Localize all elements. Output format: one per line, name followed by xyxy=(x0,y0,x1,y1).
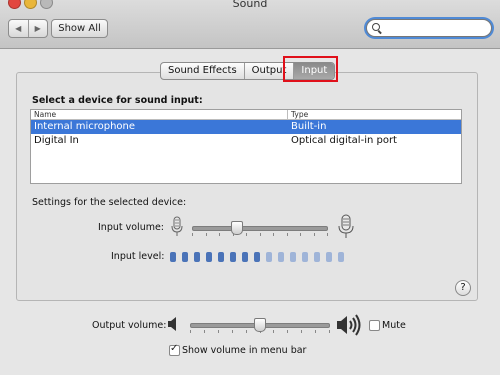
level-segment xyxy=(314,252,320,262)
level-segment xyxy=(194,252,200,262)
level-segment xyxy=(254,252,260,262)
slider-tick xyxy=(273,233,274,236)
slider-tick xyxy=(301,330,302,333)
device-type: Optical digital-in port xyxy=(291,135,397,146)
output-volume-label: Output volume: xyxy=(92,320,167,331)
slider-tick xyxy=(206,233,207,236)
settings-heading: Settings for the selected device: xyxy=(32,197,187,208)
slider-tick xyxy=(287,330,288,333)
slider-tick xyxy=(232,330,233,333)
input-volume-ticks xyxy=(192,233,328,236)
show-volume-label: Show volume in menu bar xyxy=(182,345,307,356)
show-volume-checkbox[interactable] xyxy=(169,343,180,356)
slider-tick xyxy=(190,330,191,333)
window-toolbar: Sound ◀ ▶ Show All xyxy=(0,0,500,49)
input-level-label: Input level: xyxy=(111,251,165,262)
level-segment xyxy=(230,252,236,262)
input-pane xyxy=(16,72,478,301)
slider-tick xyxy=(246,233,247,236)
column-type-header[interactable]: Type xyxy=(291,110,308,119)
chevron-right-icon[interactable]: ▶ xyxy=(29,20,48,37)
level-segment xyxy=(170,252,176,262)
input-volume-track[interactable] xyxy=(192,226,328,231)
level-segment xyxy=(278,252,284,262)
device-name: Digital In xyxy=(34,135,79,146)
level-segment xyxy=(266,252,272,262)
speaker-high-icon xyxy=(337,314,361,336)
device-name: Internal microphone xyxy=(34,121,136,132)
window-title: Sound xyxy=(232,0,268,10)
slider-tick xyxy=(273,330,274,333)
slider-tick xyxy=(315,330,316,333)
device-heading: Select a device for sound input: xyxy=(32,95,203,106)
slider-tick xyxy=(192,233,193,236)
input-volume-thumb[interactable] xyxy=(231,221,243,235)
device-table: Name Type Internal microphone Built-in D… xyxy=(30,109,462,184)
input-level-meter xyxy=(170,252,350,262)
help-button[interactable]: ? xyxy=(455,280,471,296)
slider-tick xyxy=(287,233,288,236)
input-volume-label: Input volume: xyxy=(98,222,165,233)
level-segment xyxy=(182,252,188,262)
search-input[interactable] xyxy=(366,19,492,37)
chevron-left-icon[interactable]: ◀ xyxy=(9,20,29,37)
slider-tick xyxy=(300,233,301,236)
column-divider xyxy=(287,110,288,119)
back-forward-control: ◀ ▶ xyxy=(8,19,48,38)
table-header: Name Type xyxy=(31,110,461,120)
mute-checkbox[interactable] xyxy=(369,320,380,331)
device-type: Built-in xyxy=(291,121,327,132)
level-segment xyxy=(338,252,344,262)
level-segment xyxy=(326,252,332,262)
microphone-low-icon xyxy=(171,216,183,236)
mute-label: Mute xyxy=(382,320,406,331)
show-all-button[interactable]: Show All xyxy=(51,19,108,38)
level-segment xyxy=(302,252,308,262)
slider-tick xyxy=(219,233,220,236)
slider-tick xyxy=(218,330,219,333)
slider-tick xyxy=(204,330,205,333)
level-segment xyxy=(218,252,224,262)
tab-sound-effects[interactable]: Sound Effects xyxy=(161,63,244,79)
level-segment xyxy=(206,252,212,262)
slider-tick xyxy=(327,233,328,236)
highlight-annotation xyxy=(283,56,338,82)
slider-tick xyxy=(246,330,247,333)
level-segment xyxy=(290,252,296,262)
device-row-digital-in[interactable]: Digital In Optical digital-in port xyxy=(31,134,461,148)
device-row-internal-microphone[interactable]: Internal microphone Built-in xyxy=(31,120,461,134)
search-icon xyxy=(372,23,380,31)
slider-tick xyxy=(329,330,330,333)
microphone-high-icon xyxy=(338,214,354,238)
speaker-low-icon xyxy=(168,317,176,331)
slider-tick xyxy=(260,233,261,236)
output-volume-thumb[interactable] xyxy=(254,318,266,332)
column-name-header[interactable]: Name xyxy=(34,110,56,119)
level-segment xyxy=(242,252,248,262)
slider-tick xyxy=(314,233,315,236)
